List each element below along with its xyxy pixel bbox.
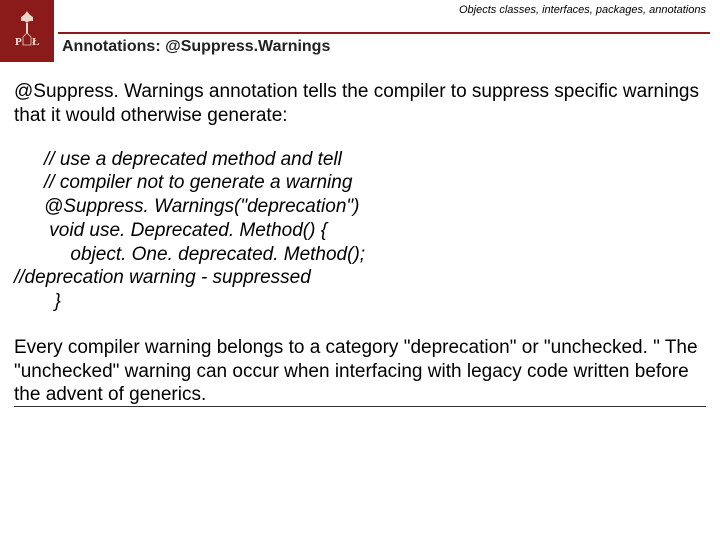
header-divider bbox=[58, 32, 710, 34]
slide-content: @Suppress. Warnings annotation tells the… bbox=[0, 62, 720, 407]
code-line: //deprecation warning - suppressed bbox=[14, 266, 706, 290]
outro-paragraph: Every compiler warning belongs to a cate… bbox=[14, 337, 698, 406]
shield-logo-icon: P Ł bbox=[7, 7, 47, 55]
breadcrumb: Objects classes, interfaces, packages, a… bbox=[459, 4, 706, 16]
code-line: // compiler not to generate a warning bbox=[44, 171, 706, 195]
code-line: void use. Deprecated. Method() { bbox=[44, 219, 706, 243]
code-line: @Suppress. Warnings("deprecation") bbox=[44, 195, 706, 219]
code-line: } bbox=[44, 290, 706, 314]
code-example: // use a deprecated method and tell // c… bbox=[44, 148, 706, 314]
page-title: Annotations: @Suppress.Warnings bbox=[62, 38, 330, 56]
intro-paragraph: @Suppress. Warnings annotation tells the… bbox=[14, 80, 706, 128]
svg-text:P: P bbox=[15, 36, 22, 48]
code-line: // use a deprecated method and tell bbox=[44, 148, 706, 172]
code-line: object. One. deprecated. Method(); bbox=[44, 243, 706, 267]
logo: P Ł bbox=[0, 0, 54, 62]
outro-wrap: Every compiler warning belongs to a cate… bbox=[14, 336, 706, 409]
slide-header: Objects classes, interfaces, packages, a… bbox=[0, 0, 720, 62]
svg-text:Ł: Ł bbox=[32, 36, 39, 48]
